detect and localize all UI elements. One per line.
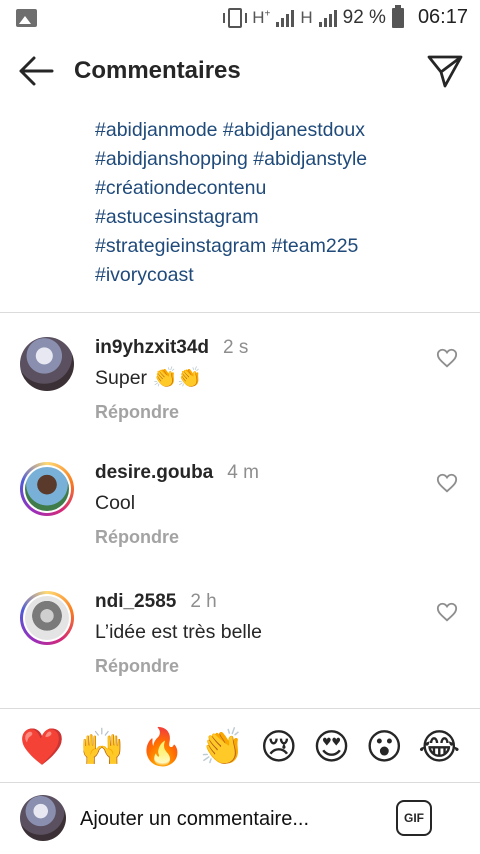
vibrate-icon bbox=[223, 7, 248, 28]
arrow-left-icon bbox=[19, 56, 54, 86]
network-type-1: H+ bbox=[252, 7, 271, 27]
comment-text: Super 👏👏 bbox=[95, 367, 202, 390]
comment-body: Cool bbox=[95, 492, 136, 514]
hashtag-line[interactable]: #créationdecontenu bbox=[95, 174, 367, 203]
gif-button[interactable]: GIF bbox=[396, 800, 432, 836]
heart-outline-icon bbox=[436, 473, 458, 493]
emoji-clapping[interactable]: 👏 bbox=[200, 730, 245, 766]
like-button[interactable] bbox=[436, 601, 458, 623]
emoji-bar-divider bbox=[0, 708, 480, 709]
page-title: Commentaires bbox=[74, 57, 241, 84]
comment-body: Super bbox=[95, 367, 148, 389]
comment-input[interactable] bbox=[80, 799, 380, 839]
emoji-crying[interactable]: 😢 bbox=[260, 730, 298, 766]
comment-header: in9yhzxit34d 2 s bbox=[95, 337, 248, 359]
emoji-fire[interactable]: 🔥 bbox=[140, 730, 185, 766]
status-icons: H+ H 92 % 06:17 bbox=[223, 4, 468, 29]
comment-time: 2 h bbox=[190, 591, 217, 612]
signal-1-icon bbox=[276, 9, 295, 27]
comment-item: ndi_2585 2 h L’idée est très belle Répond… bbox=[0, 591, 480, 711]
send-button[interactable] bbox=[426, 52, 464, 90]
emoji-laughing[interactable]: 😂 bbox=[418, 730, 460, 766]
hashtag-list: #abidjanmode #abidjanestdoux #abidjansho… bbox=[95, 116, 367, 290]
clapping-hands-emoji: 👏👏 bbox=[152, 367, 203, 389]
reply-button[interactable]: Répondre bbox=[95, 402, 179, 423]
heart-outline-icon bbox=[436, 348, 458, 368]
comment-username[interactable]: desire.gouba bbox=[95, 462, 213, 483]
like-button[interactable] bbox=[436, 347, 458, 369]
emoji-heart[interactable]: ❤️ bbox=[20, 730, 65, 766]
like-button[interactable] bbox=[436, 472, 458, 494]
paper-plane-icon bbox=[427, 55, 463, 88]
comment-text: L’idée est très belle bbox=[95, 621, 262, 644]
emoji-raised-hands[interactable]: 🙌 bbox=[80, 730, 125, 766]
avatar[interactable] bbox=[20, 337, 74, 391]
my-avatar bbox=[20, 795, 66, 841]
comment-username[interactable]: ndi_2585 bbox=[95, 591, 176, 612]
emoji-heart-eyes[interactable]: 😍 bbox=[313, 730, 351, 766]
emoji-quick-bar: ❤️ 🙌 🔥 👏 😢 😍 😮 😂 bbox=[0, 720, 480, 776]
comment-body: L’idée est très belle bbox=[95, 621, 262, 643]
comment-header: ndi_2585 2 h bbox=[95, 591, 217, 613]
post-caption: #abidjanmode #abidjanestdoux #abidjansho… bbox=[95, 88, 465, 300]
battery-icon bbox=[391, 4, 404, 28]
hashtag-line[interactable]: #abidjanshopping #abidjanstyle bbox=[95, 145, 367, 174]
battery-percent: 92 % bbox=[342, 6, 386, 28]
reply-button[interactable]: Répondre bbox=[95, 527, 179, 548]
emoji-surprised[interactable]: 😮 bbox=[366, 730, 404, 766]
status-time: 06:17 bbox=[417, 6, 468, 28]
comment-text: Cool bbox=[95, 492, 135, 515]
hashtag-line[interactable]: #astucesinstagram bbox=[95, 203, 367, 232]
comment-header: desire.gouba 4 m bbox=[95, 462, 259, 484]
avatar[interactable] bbox=[20, 462, 74, 516]
gallery-icon bbox=[16, 9, 37, 27]
comment-time: 4 m bbox=[227, 462, 259, 483]
back-button[interactable] bbox=[16, 54, 56, 88]
reply-button[interactable]: Répondre bbox=[95, 656, 179, 677]
network-type-2: H bbox=[300, 7, 313, 27]
caption-divider bbox=[0, 312, 480, 313]
signal-2-icon bbox=[318, 9, 337, 27]
hashtag-line[interactable]: #strategieinstagram #team225 bbox=[95, 232, 367, 261]
heart-outline-icon bbox=[436, 602, 458, 622]
comment-time: 2 s bbox=[223, 337, 249, 358]
comment-username[interactable]: in9yhzxit34d bbox=[95, 337, 209, 358]
avatar[interactable] bbox=[20, 591, 74, 645]
comment-item: in9yhzxit34d 2 s Super 👏👏 Répondre bbox=[0, 337, 480, 457]
comment-item: desire.gouba 4 m Cool Répondre bbox=[0, 462, 480, 582]
hashtag-line[interactable]: #ivorycoast bbox=[95, 261, 367, 290]
status-bar: H+ H 92 % 06:17 bbox=[0, 0, 480, 38]
hashtag-line[interactable]: #abidjanmode #abidjanestdoux bbox=[95, 116, 367, 145]
comment-input-bar: GIF bbox=[0, 783, 480, 854]
